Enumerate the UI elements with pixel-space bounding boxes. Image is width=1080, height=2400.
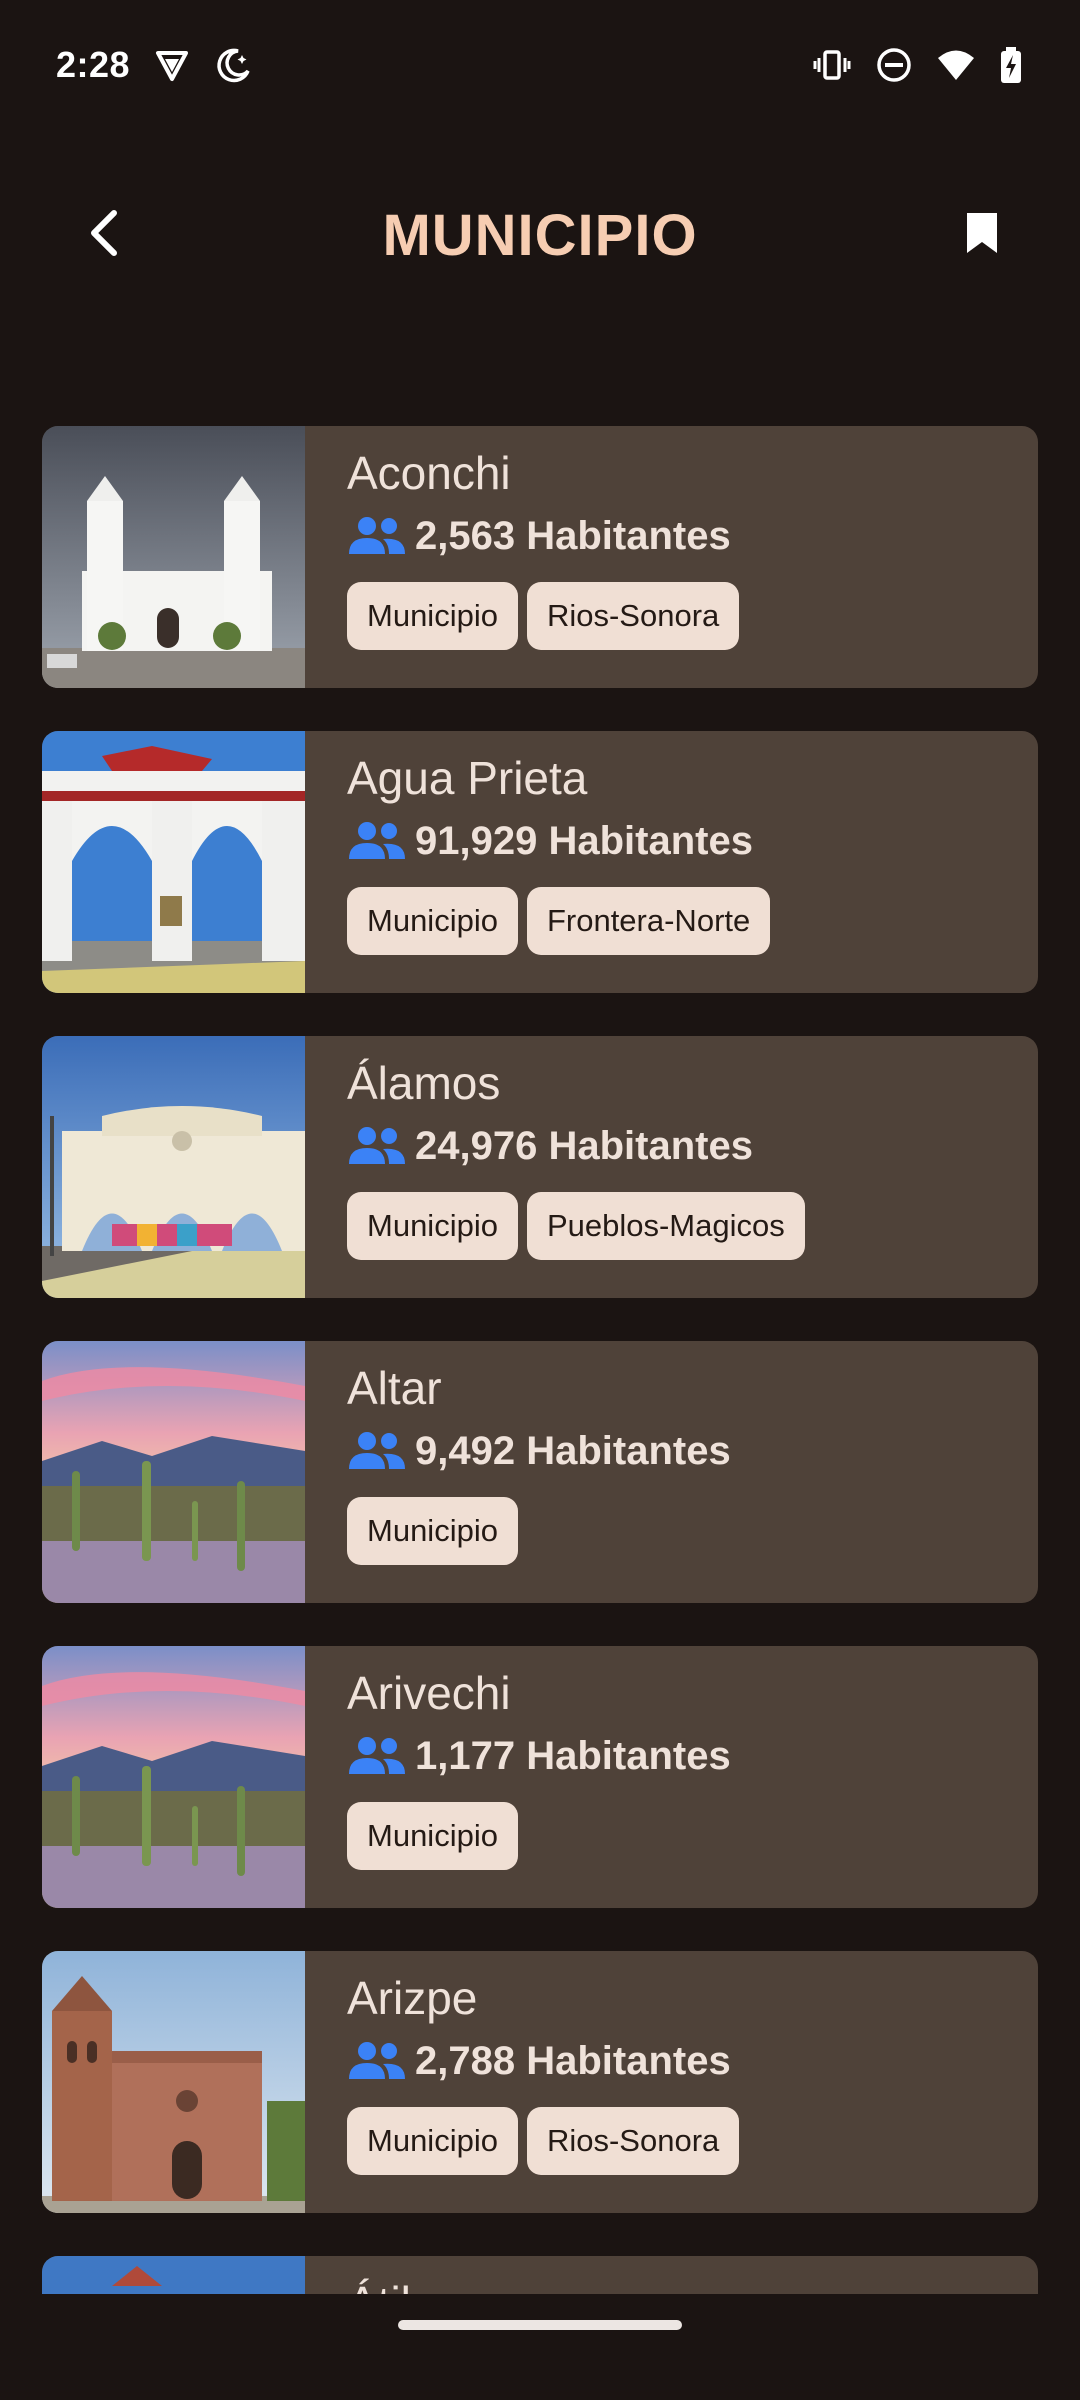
municipio-population: 2,563 Habitantes xyxy=(347,504,739,568)
municipio-list[interactable]: Aconchi 2,563 Habitantes Municipio Rios-… xyxy=(42,426,1038,2294)
people-icon xyxy=(347,2039,407,2083)
municipio-name: Átil xyxy=(347,2274,411,2294)
status-bar: 2:28 xyxy=(0,0,1080,130)
municipio-population: 91,929 Habitantes xyxy=(347,809,770,873)
status-left: 2:28 xyxy=(56,44,254,86)
status-right xyxy=(812,45,1024,85)
population-text: 91,929 Habitantes xyxy=(415,818,753,863)
tag-chip[interactable]: Rios-Sonora xyxy=(526,2107,740,2175)
people-icon xyxy=(347,819,407,863)
municipio-card-arizpe[interactable]: Arizpe 2,788 Habitantes Municipio Rios-S… xyxy=(42,1951,1038,2213)
people-icon xyxy=(347,1429,407,1473)
bookmark-icon xyxy=(964,210,1000,261)
chevron-left-icon xyxy=(84,207,124,264)
card-body: Arizpe 2,788 Habitantes Municipio Rios-S… xyxy=(305,1951,740,2213)
card-body: Álamos 24,976 Habitantes Municipio Puebl… xyxy=(305,1036,805,1298)
card-body: Altar 9,492 Habitantes Municipio xyxy=(305,1341,731,1603)
municipio-population: 9,492 Habitantes xyxy=(347,1419,731,1483)
population-text: 24,976 Habitantes xyxy=(415,1123,753,1168)
wifi-icon xyxy=(936,45,976,85)
population-text: 2,563 Habitantes xyxy=(415,513,731,558)
night-mode-icon xyxy=(214,45,254,85)
tag-chip[interactable]: Municipio xyxy=(347,887,518,955)
tag-chip[interactable]: Municipio xyxy=(347,1497,518,1565)
municipio-population: 24,976 Habitantes xyxy=(347,1114,805,1178)
tag-chip[interactable]: Municipio xyxy=(347,582,518,650)
people-icon xyxy=(347,514,407,558)
municipio-card-altar[interactable]: Altar 9,492 Habitantes Municipio xyxy=(42,1341,1038,1603)
card-body: Átil xyxy=(305,2256,411,2294)
card-body: Aconchi 2,563 Habitantes Municipio Rios-… xyxy=(305,426,740,688)
tag-chip[interactable]: Pueblos-Magicos xyxy=(526,1192,805,1260)
municipio-name: Agua Prieta xyxy=(347,752,588,804)
municipio-thumbnail xyxy=(42,1341,305,1603)
population-text: 1,177 Habitantes xyxy=(415,1733,731,1778)
status-time: 2:28 xyxy=(56,44,131,85)
municipio-card-arivechi[interactable]: Arivechi 1,177 Habitantes Municipio xyxy=(42,1646,1038,1908)
municipio-name: Arivechi xyxy=(347,1667,511,1719)
do-not-disturb-icon xyxy=(874,45,914,85)
tag-chip[interactable]: Frontera-Norte xyxy=(526,887,771,955)
tag-list: Municipio Rios-Sonora xyxy=(347,2107,740,2175)
back-button[interactable] xyxy=(72,203,136,267)
tag-list: Municipio xyxy=(347,1497,731,1565)
population-text: 9,492 Habitantes xyxy=(415,1428,731,1473)
card-body: Agua Prieta 91,929 Habitantes Municipio … xyxy=(305,731,771,993)
municipio-thumbnail xyxy=(42,2256,305,2294)
page-title: MUNICIPIO xyxy=(382,202,698,268)
municipio-card-aconchi[interactable]: Aconchi 2,563 Habitantes Municipio Rios-… xyxy=(42,426,1038,688)
municipio-population: 2,788 Habitantes xyxy=(347,2029,739,2093)
municipio-card-atil[interactable]: Átil xyxy=(42,2256,1038,2294)
population-text: 2,788 Habitantes xyxy=(415,2038,731,2083)
vpn-shield-icon xyxy=(152,45,192,85)
municipio-name: Álamos xyxy=(347,1057,501,1109)
battery-charging-icon xyxy=(998,45,1024,85)
municipio-thumbnail xyxy=(42,1036,305,1298)
municipio-thumbnail xyxy=(42,1646,305,1908)
tag-chip[interactable]: Municipio xyxy=(347,2107,518,2175)
bookmark-button[interactable] xyxy=(950,203,1014,267)
card-body: Arivechi 1,177 Habitantes Municipio xyxy=(305,1646,731,1908)
tag-list: Municipio Rios-Sonora xyxy=(347,582,740,650)
municipio-card-agua-prieta[interactable]: Agua Prieta 91,929 Habitantes Municipio … xyxy=(42,731,1038,993)
app-bar: MUNICIPIO xyxy=(0,180,1080,290)
tag-list: Municipio Frontera-Norte xyxy=(347,887,771,955)
tag-chip[interactable]: Rios-Sonora xyxy=(526,582,740,650)
municipio-thumbnail xyxy=(42,426,305,688)
tag-list: Municipio Pueblos-Magicos xyxy=(347,1192,805,1260)
tag-chip[interactable]: Municipio xyxy=(347,1802,518,1870)
tag-chip[interactable]: Municipio xyxy=(347,1192,518,1260)
vibrate-icon xyxy=(812,45,852,85)
people-icon xyxy=(347,1124,407,1168)
screen: 2:28 MUNICIPIO Aconchi 2,563 Habitantes … xyxy=(0,0,1080,2400)
tag-list: Municipio xyxy=(347,1802,731,1870)
municipio-name: Altar xyxy=(347,1362,442,1414)
municipio-population: 1,177 Habitantes xyxy=(347,1724,731,1788)
people-icon xyxy=(347,1734,407,1778)
municipio-name: Arizpe xyxy=(347,1972,478,2024)
municipio-name: Aconchi xyxy=(347,447,511,499)
municipio-thumbnail xyxy=(42,1951,305,2213)
home-indicator[interactable] xyxy=(398,2320,682,2330)
municipio-card-alamos[interactable]: Álamos 24,976 Habitantes Municipio Puebl… xyxy=(42,1036,1038,1298)
municipio-thumbnail xyxy=(42,731,305,993)
